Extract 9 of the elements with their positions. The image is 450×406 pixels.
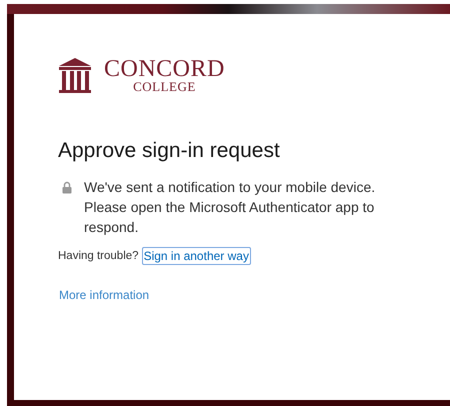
trouble-label: Having trouble? xyxy=(58,250,139,262)
columns-icon xyxy=(58,57,92,94)
sign-in-another-way-link[interactable]: Sign in another way xyxy=(142,247,251,265)
logo-subtitle: COLLEGE xyxy=(133,80,196,93)
more-information-link[interactable]: More information xyxy=(58,287,150,303)
lock-icon xyxy=(62,181,72,194)
page-title: Approve sign-in request xyxy=(58,139,281,163)
logo-name: CONCORD xyxy=(104,58,225,80)
notification-message: We've sent a notification to your mobile device. Please open the Microsoft Authenticator app to respond. xyxy=(84,178,376,237)
